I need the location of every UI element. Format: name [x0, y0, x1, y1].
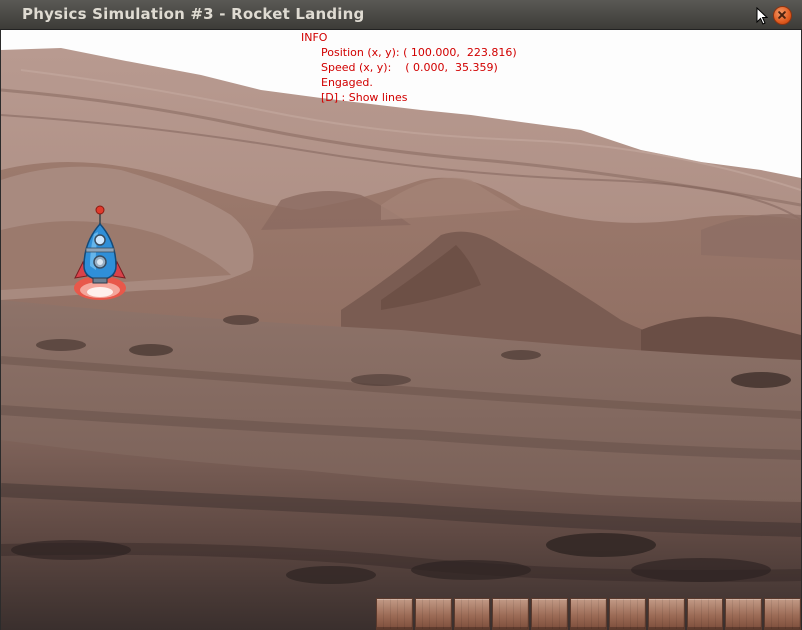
mouse-cursor-icon — [756, 7, 768, 25]
position-readout: Position (x, y): ( 100.000, 223.816) — [321, 46, 517, 59]
engine-status: Engaged. — [321, 76, 373, 89]
pad-brick — [686, 598, 724, 630]
title-bar[interactable]: Physics Simulation #3 - Rocket Landing — [0, 0, 802, 30]
show-lines-hint: [D] : Show lines — [321, 91, 408, 104]
pad-brick — [764, 598, 801, 630]
pad-brick — [570, 598, 607, 630]
pad-brick — [376, 598, 413, 630]
pad-brick — [453, 598, 491, 630]
close-icon[interactable] — [773, 6, 792, 25]
application-window: Physics Simulation #3 - Rocket Landing I… — [0, 0, 802, 630]
window-title: Physics Simulation #3 - Rocket Landing — [22, 5, 365, 23]
rocket-icon — [74, 205, 126, 300]
info-header: INFO — [301, 31, 328, 44]
simulation-canvas[interactable]: INFO Position (x, y): ( 100.000, 223.816… — [1, 30, 801, 630]
pad-brick — [414, 598, 452, 630]
speed-readout: Speed (x, y): ( 0.000, 35.359) — [321, 61, 498, 74]
pad-brick — [608, 598, 646, 630]
pad-brick — [531, 598, 569, 630]
pad-brick — [725, 598, 763, 630]
landing-pad — [376, 598, 801, 630]
mars-terrain-background — [1, 30, 801, 630]
pad-brick — [492, 598, 530, 630]
pad-brick — [647, 598, 685, 630]
